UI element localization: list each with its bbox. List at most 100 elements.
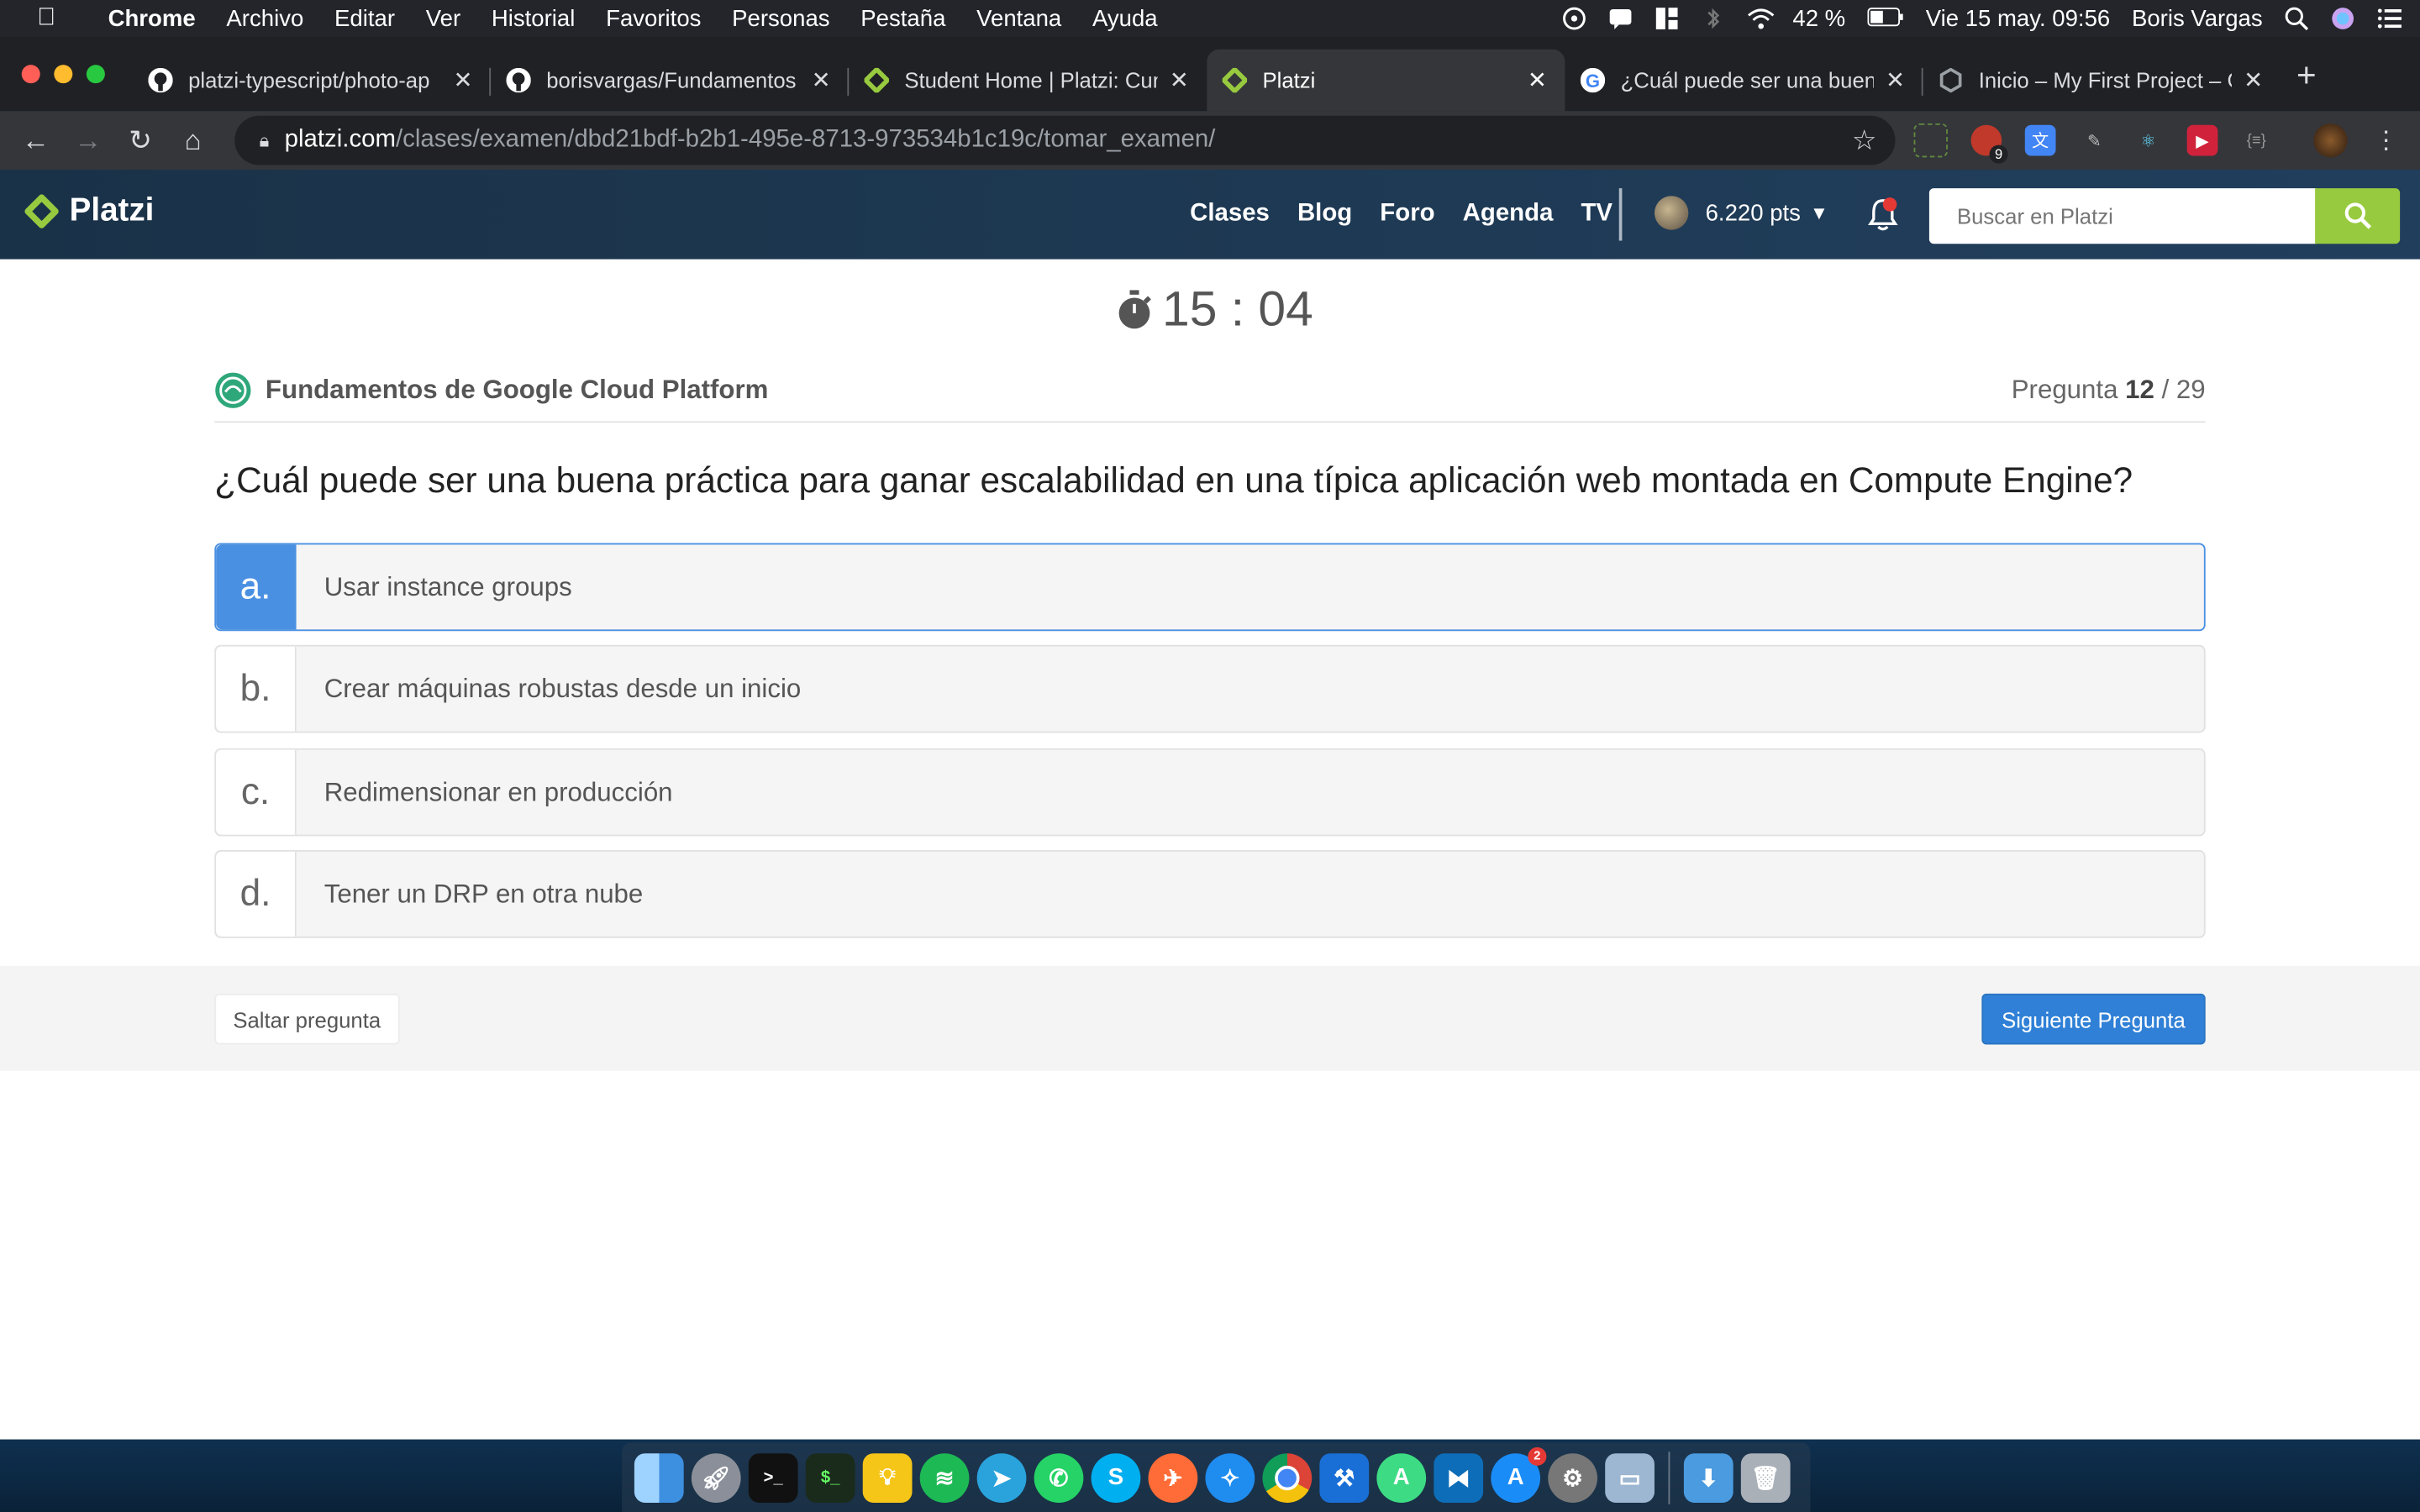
next-question-button[interactable]: Siguiente Pregunta xyxy=(1981,993,2206,1045)
menu-ayuda[interactable]: Ayuda xyxy=(1077,5,1173,31)
tab-title: ¿Cuál puede ser una buen xyxy=(1620,67,1874,93)
answer-option-a[interactable]: a. Usar instance groups xyxy=(214,543,2206,632)
maximize-window-button[interactable] xyxy=(86,65,105,84)
tab-close-icon[interactable]: ✕ xyxy=(450,66,475,94)
red-extension-icon[interactable]: ▶ xyxy=(2186,124,2218,156)
reload-icon[interactable]: ↻ xyxy=(114,124,166,157)
preview-icon[interactable]: ▭ xyxy=(1605,1452,1655,1503)
search-button[interactable] xyxy=(2315,188,2401,244)
menu-editar[interactable]: Editar xyxy=(319,5,411,31)
menu-ver[interactable]: Ver xyxy=(410,5,476,31)
answer-option-b[interactable]: b. Crear máquinas robustas desde un inic… xyxy=(214,644,2206,733)
platzi-search-input[interactable] xyxy=(1928,188,2317,244)
status-app-icon[interactable] xyxy=(1561,6,1586,30)
browser-tab[interactable]: borisvargas/Fundamentos ✕ xyxy=(491,50,850,111)
idea-icon[interactable]: 💡︎ xyxy=(862,1452,913,1503)
app-store-icon[interactable]: A2 xyxy=(1491,1446,1547,1503)
platzi-icon xyxy=(1222,67,1248,93)
platzi-logo[interactable]: Platzi xyxy=(24,193,154,230)
tab-title: platzi-typescript/photo-ap xyxy=(188,67,430,93)
answer-option-c[interactable]: c. Redimensionar en producción xyxy=(214,748,2206,837)
menubar-user[interactable]: Boris Vargas xyxy=(2132,5,2263,31)
tab-close-icon[interactable]: ✕ xyxy=(1525,66,1549,94)
launchpad-icon[interactable]: 🚀︎ xyxy=(691,1452,741,1503)
xcode-icon[interactable]: ⚒ xyxy=(1319,1452,1370,1503)
apple-menu-icon[interactable]:  xyxy=(0,5,92,33)
menu-archivo[interactable]: Archivo xyxy=(211,5,319,31)
iterm-icon[interactable]: $_ xyxy=(805,1452,855,1503)
screenshot-extension-icon[interactable] xyxy=(1913,123,1948,158)
postman-icon[interactable]: ✈ xyxy=(1148,1452,1198,1503)
chrome-icon[interactable] xyxy=(1262,1452,1313,1503)
menu-historial[interactable]: Historial xyxy=(476,5,590,31)
nav-clases[interactable]: Clases xyxy=(1176,201,1284,228)
skip-question-button[interactable]: Saltar pregunta xyxy=(214,993,400,1045)
safari-icon[interactable]: ✧ xyxy=(1205,1452,1255,1503)
nav-foro[interactable]: Foro xyxy=(1366,201,1449,228)
finder-icon[interactable] xyxy=(634,1452,684,1503)
notification-center-icon[interactable] xyxy=(2377,6,2402,30)
url-path: /clases/examen/dbd21bdf-b2b1-495e-8713-9… xyxy=(395,126,1216,153)
downloads-folder-icon[interactable]: ⬇ xyxy=(1683,1452,1733,1503)
lock-icon[interactable]: 🔒︎ xyxy=(260,129,270,152)
json-extension-icon[interactable]: {≡} xyxy=(2241,125,2272,156)
tab-title: Platzi xyxy=(1262,67,1316,93)
question-total: / 29 xyxy=(2154,375,2206,405)
android-studio-icon[interactable]: A xyxy=(1376,1452,1427,1503)
home-icon[interactable]: ⌂ xyxy=(166,124,218,157)
minimize-window-button[interactable] xyxy=(54,65,73,84)
browser-tab[interactable]: platzi-typescript/photo-ap ✕ xyxy=(133,50,492,111)
browser-tab[interactable]: Inicio – My First Project – G ✕ xyxy=(1923,50,2281,111)
menu-favoritos[interactable]: Favoritos xyxy=(591,5,717,31)
close-window-button[interactable] xyxy=(21,65,40,84)
exam-timer: 15 : 04 xyxy=(1116,281,1313,338)
window-layout-icon[interactable] xyxy=(1654,6,1678,30)
address-bar[interactable]: 🔒︎ platzi.com/clases/examen/dbd21bdf-b2b… xyxy=(234,115,1896,165)
new-tab-button[interactable]: + xyxy=(2296,55,2317,96)
terminal-icon[interactable]: >_ xyxy=(748,1452,798,1503)
pen-extension-icon[interactable]: ✎ xyxy=(2079,125,2110,156)
extension-badge-icon[interactable]: 9 xyxy=(1970,124,2008,164)
browser-tab-active[interactable]: Platzi ✕ xyxy=(1207,49,1565,112)
nav-agenda[interactable]: Agenda xyxy=(1449,201,1567,228)
browser-tab[interactable]: G ¿Cuál puede ser una buen ✕ xyxy=(1565,50,1923,111)
profile-avatar[interactable] xyxy=(2313,123,2348,158)
menubar-datetime[interactable]: Vie 15 may. 09:56 xyxy=(1926,5,2111,31)
notification-icon[interactable] xyxy=(1607,6,1632,30)
tab-close-icon[interactable]: ✕ xyxy=(1167,66,1192,94)
forward-arrow-icon[interactable]: → xyxy=(61,124,113,157)
back-arrow-icon[interactable]: ← xyxy=(9,124,61,157)
tab-close-icon[interactable]: ✕ xyxy=(1883,66,1907,94)
wifi-icon[interactable] xyxy=(1746,6,1774,30)
menu-app-name[interactable]: Chrome xyxy=(92,5,211,31)
telegram-icon[interactable]: ➤ xyxy=(976,1452,1027,1503)
menu-personas[interactable]: Personas xyxy=(717,5,845,31)
system-preferences-icon[interactable]: ⚙ xyxy=(1548,1452,1598,1503)
whatsapp-icon[interactable]: ✆ xyxy=(1034,1452,1084,1503)
trash-icon[interactable]: 🗑︎ xyxy=(1740,1452,1791,1503)
spotify-icon[interactable]: ≋ xyxy=(919,1452,970,1503)
react-devtools-icon[interactable]: ⚛ xyxy=(2133,125,2164,156)
menu-pestana[interactable]: Pestaña xyxy=(845,5,961,31)
chrome-menu-icon[interactable]: ⋮ xyxy=(2370,125,2402,156)
tab-close-icon[interactable]: ✕ xyxy=(808,66,833,94)
translate-icon[interactable]: 文 xyxy=(2024,124,2056,156)
nav-tv[interactable]: TV xyxy=(1567,201,1627,228)
header-divider xyxy=(1618,188,1623,241)
bluetooth-icon[interactable] xyxy=(1700,6,1724,30)
bookmark-star-icon[interactable]: ☆ xyxy=(1852,124,1877,157)
spotlight-search-icon[interactable] xyxy=(2284,6,2309,31)
skype-icon[interactable]: S xyxy=(1091,1452,1141,1503)
menu-ventana[interactable]: Ventana xyxy=(961,5,1077,31)
answer-option-d[interactable]: d. Tener un DRP en otra nube xyxy=(214,850,2206,938)
app-store-badge: 2 xyxy=(1528,1446,1547,1465)
user-points-menu[interactable]: 6.220 pts ▼ xyxy=(1654,196,1828,230)
siri-icon[interactable] xyxy=(2330,6,2354,30)
browser-tab[interactable]: Student Home | Platzi: Cur ✕ xyxy=(849,50,1207,111)
tab-close-icon[interactable]: ✕ xyxy=(2241,66,2265,94)
user-avatar xyxy=(1654,196,1689,230)
extensions-row: 9 文 ✎ ⚛ ▶ {≡} ⋮ xyxy=(1913,123,2402,164)
vscode-icon[interactable]: ⧓ xyxy=(1434,1452,1484,1503)
battery-icon[interactable] xyxy=(1866,6,1904,30)
nav-blog[interactable]: Blog xyxy=(1283,201,1365,228)
